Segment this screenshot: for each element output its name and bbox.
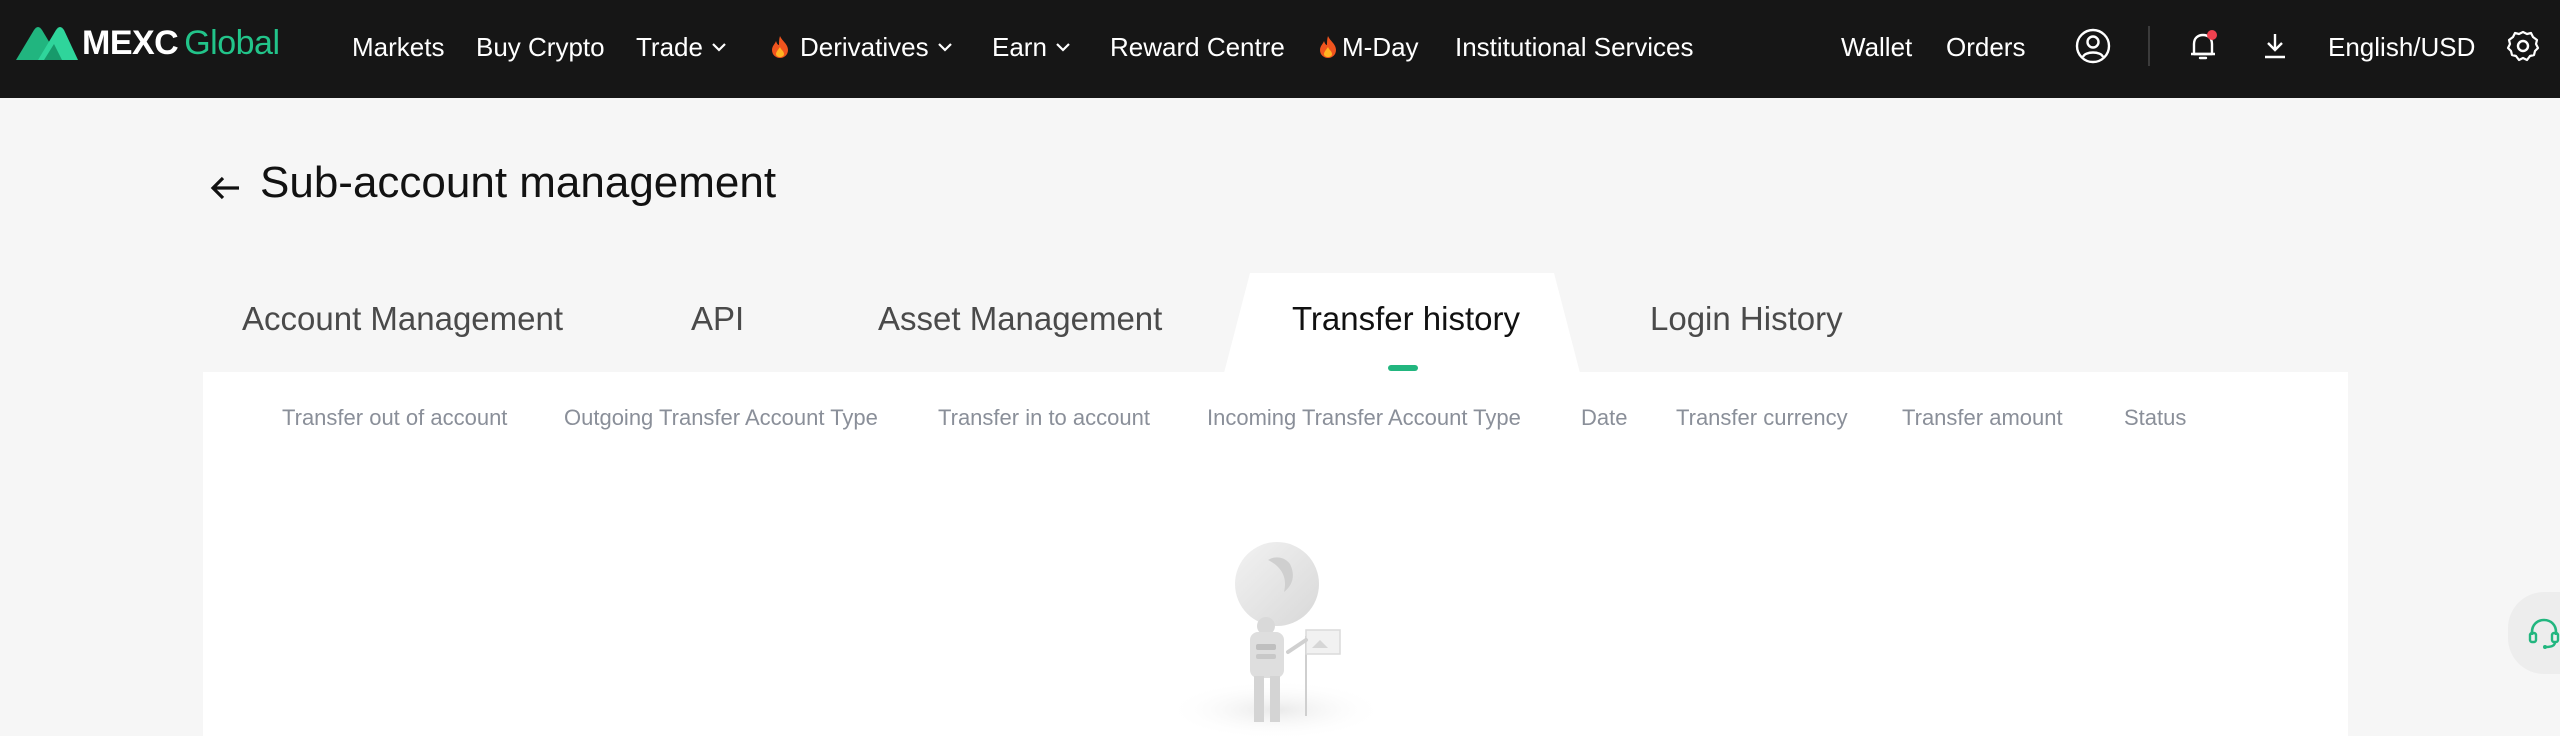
nav-markets[interactable]: Markets [352, 29, 444, 65]
nav-label: Buy Crypto [476, 31, 605, 62]
empty-state-illustration [1160, 540, 1400, 736]
nav-label: M-Day [1342, 31, 1419, 62]
language-label: English/USD [2328, 31, 2476, 62]
nav-label: Institutional Services [1455, 31, 1694, 62]
nav-reward-centre[interactable]: Reward Centre [1110, 29, 1285, 65]
wallet-label: Wallet [1841, 31, 1913, 62]
column-header-date[interactable]: Date [1581, 405, 1627, 431]
nav-institutional-services[interactable]: Institutional Services [1455, 29, 1693, 65]
column-header-transfer-out-account[interactable]: Transfer out of account [282, 405, 507, 431]
back-arrow-icon[interactable] [205, 168, 245, 208]
headset-icon [2528, 618, 2560, 649]
chevron-down-icon [1056, 43, 1070, 52]
active-tab-indicator [1388, 365, 1418, 371]
mexc-logo-icon [16, 27, 78, 60]
nav-earn[interactable]: Earn [992, 29, 1071, 65]
user-icon[interactable] [2074, 27, 2112, 65]
tab-account-management[interactable]: Account Management [242, 300, 563, 338]
nav-label: Earn [992, 31, 1047, 62]
gear-icon[interactable] [2504, 27, 2542, 65]
logo-wordmark: MEXC Global [82, 23, 280, 62]
top-navigation-bar: MEXC Global Markets Buy Crypto Trade Deri… [0, 0, 2560, 98]
nav-trade[interactable]: Trade [636, 29, 727, 65]
tab-transfer-history[interactable]: Transfer history [1292, 300, 1520, 338]
flame-icon [772, 36, 788, 58]
orders-label: Orders [1946, 31, 2026, 62]
chevron-down-icon [937, 43, 952, 52]
nav-label: Markets [352, 31, 445, 62]
nav-orders[interactable]: Orders [1946, 29, 2025, 65]
column-header-status[interactable]: Status [2124, 405, 2186, 431]
download-icon[interactable] [2256, 27, 2294, 65]
chevron-down-icon [712, 43, 726, 52]
column-header-transfer-in-account[interactable]: Transfer in to account [938, 405, 1150, 431]
nav-divider [2148, 26, 2150, 66]
nav-wallet[interactable]: Wallet [1841, 29, 1912, 65]
nav-derivatives[interactable]: Derivatives [770, 29, 953, 65]
column-header-incoming-account-type[interactable]: Incoming Transfer Account Type [1207, 405, 1521, 431]
nav-label: Derivatives [800, 31, 929, 62]
nav-m-day[interactable]: M-Day [1318, 29, 1419, 65]
column-header-outgoing-account-type[interactable]: Outgoing Transfer Account Type [564, 405, 878, 431]
nav-label: Trade [636, 31, 703, 62]
mexc-logo[interactable]: MEXC Global [14, 22, 280, 64]
flame-icon [1320, 36, 1336, 58]
tab-api[interactable]: API [691, 300, 744, 338]
nav-buy-crypto[interactable]: Buy Crypto [476, 29, 605, 65]
column-header-transfer-amount[interactable]: Transfer amount [1902, 405, 2063, 431]
bell-icon[interactable] [2184, 27, 2222, 65]
column-header-transfer-currency[interactable]: Transfer currency [1676, 405, 1848, 431]
language-currency-selector[interactable]: English/USD [2328, 29, 2475, 65]
tab-login-history[interactable]: Login History [1650, 300, 1843, 338]
customer-support-button[interactable] [2508, 592, 2560, 674]
tab-asset-management[interactable]: Asset Management [878, 300, 1162, 338]
nav-label: Reward Centre [1110, 31, 1285, 62]
page-title: Sub-account management [260, 158, 777, 207]
